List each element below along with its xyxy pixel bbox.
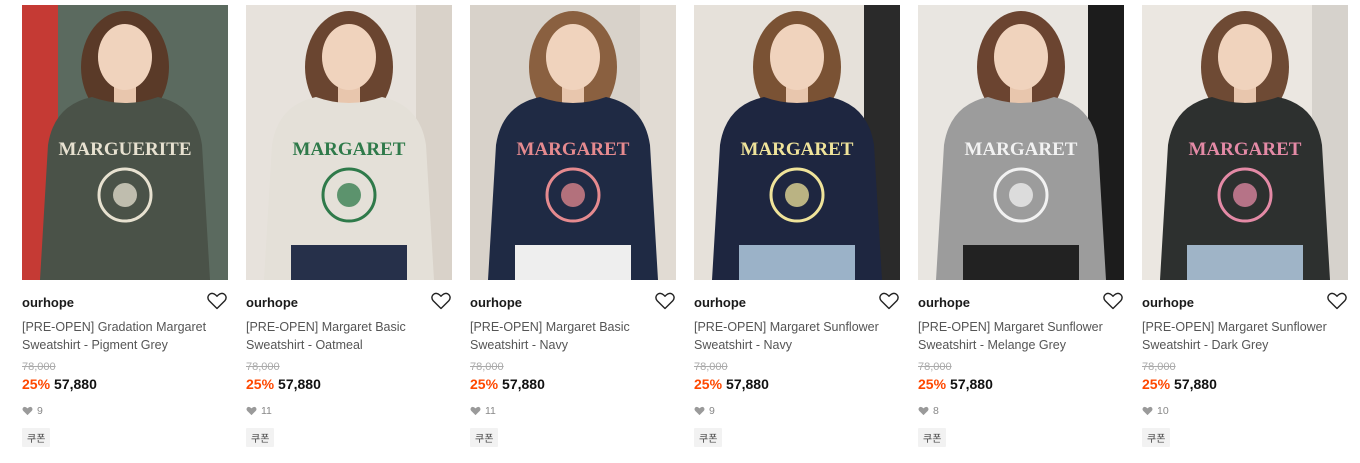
sale-price: 57,880 bbox=[278, 376, 321, 392]
brand-name[interactable]: ourhope bbox=[246, 295, 298, 310]
coupon-badge: 쿠폰 bbox=[470, 428, 499, 447]
original-price: 78,000 bbox=[694, 361, 728, 373]
coupon-badge: 쿠폰 bbox=[22, 428, 51, 447]
product-info: ourhope [PRE-OPEN] Margaret Sunflower Sw… bbox=[1142, 280, 1348, 450]
coupon-badge: 쿠폰 bbox=[918, 428, 947, 447]
product-info: ourhope [PRE-OPEN] Margaret Basic Sweats… bbox=[246, 280, 452, 450]
print-text: MARGARET bbox=[293, 139, 406, 160]
wishlist-heart-icon[interactable] bbox=[431, 292, 451, 310]
heart-filled-icon bbox=[694, 406, 705, 416]
product-image[interactable]: MARGARET bbox=[246, 5, 452, 280]
product-card[interactable]: MARGARET ourhope [PRE-OPEN] Margaret Sun… bbox=[694, 5, 900, 450]
coupon-badge: 쿠폰 bbox=[694, 428, 723, 447]
sale-price: 57,880 bbox=[726, 376, 769, 392]
likes: 9 bbox=[22, 405, 43, 417]
print-text: MARGUERITE bbox=[58, 139, 191, 160]
wishlist-heart-icon[interactable] bbox=[1327, 292, 1347, 310]
coupon-badge: 쿠폰 bbox=[1142, 428, 1171, 447]
print-text: MARGARET bbox=[741, 139, 854, 160]
brand-name[interactable]: ourhope bbox=[694, 295, 746, 310]
likes: 11 bbox=[246, 405, 272, 417]
brand-name[interactable]: ourhope bbox=[470, 295, 522, 310]
wishlist-heart-icon[interactable] bbox=[879, 292, 899, 310]
sale-price: 57,880 bbox=[502, 376, 545, 392]
likes: 8 bbox=[918, 405, 939, 417]
likes-count: 9 bbox=[709, 405, 715, 417]
product-title[interactable]: [PRE-OPEN] Margaret Sunflower Sweatshirt… bbox=[1142, 318, 1348, 354]
print-text: MARGARET bbox=[517, 139, 630, 160]
wishlist-heart-icon[interactable] bbox=[655, 292, 675, 310]
likes-count: 8 bbox=[933, 405, 939, 417]
price-line: 25% 57,880 bbox=[918, 376, 993, 392]
product-title[interactable]: [PRE-OPEN] Margaret Basic Sweatshirt - O… bbox=[246, 318, 452, 354]
product-info: ourhope [PRE-OPEN] Margaret Sunflower Sw… bbox=[918, 280, 1124, 450]
likes: 10 bbox=[1142, 405, 1169, 417]
product-info: ourhope [PRE-OPEN] Gradation Margaret Sw… bbox=[22, 280, 228, 450]
product-card[interactable]: MARGARET ourhope [PRE-OPEN] Margaret Bas… bbox=[246, 5, 452, 450]
likes-count: 10 bbox=[1157, 405, 1169, 417]
heart-filled-icon bbox=[470, 406, 481, 416]
product-card[interactable]: MARGARET ourhope [PRE-OPEN] Margaret Bas… bbox=[470, 5, 676, 450]
price-line: 25% 57,880 bbox=[470, 376, 545, 392]
product-image[interactable]: MARGARET bbox=[1142, 5, 1348, 280]
original-price: 78,000 bbox=[1142, 361, 1176, 373]
likes-count: 11 bbox=[485, 405, 496, 417]
likes-count: 9 bbox=[37, 405, 43, 417]
wishlist-heart-icon[interactable] bbox=[1103, 292, 1123, 310]
price-line: 25% 57,880 bbox=[22, 376, 97, 392]
brand-name[interactable]: ourhope bbox=[918, 295, 970, 310]
print-text: MARGARET bbox=[1189, 139, 1302, 160]
heart-filled-icon bbox=[918, 406, 929, 416]
product-image[interactable]: MARGARET bbox=[694, 5, 900, 280]
sale-price: 57,880 bbox=[54, 376, 97, 392]
price-line: 25% 57,880 bbox=[1142, 376, 1217, 392]
heart-filled-icon bbox=[246, 406, 257, 416]
discount-rate: 25% bbox=[22, 376, 51, 392]
original-price: 78,000 bbox=[246, 361, 280, 373]
product-title[interactable]: [PRE-OPEN] Margaret Basic Sweatshirt - N… bbox=[470, 318, 676, 354]
coupon-badge: 쿠폰 bbox=[246, 428, 275, 447]
brand-name[interactable]: ourhope bbox=[1142, 295, 1194, 310]
product-image[interactable]: MARGUERITE bbox=[22, 5, 228, 280]
sale-price: 57,880 bbox=[1174, 376, 1217, 392]
wishlist-heart-icon[interactable] bbox=[207, 292, 227, 310]
product-info: ourhope [PRE-OPEN] Margaret Basic Sweats… bbox=[470, 280, 676, 450]
product-title[interactable]: [PRE-OPEN] Gradation Margaret Sweatshirt… bbox=[22, 318, 228, 354]
likes-count: 11 bbox=[261, 405, 272, 417]
discount-rate: 25% bbox=[246, 376, 275, 392]
product-title[interactable]: [PRE-OPEN] Margaret Sunflower Sweatshirt… bbox=[694, 318, 900, 354]
product-info: ourhope [PRE-OPEN] Margaret Sunflower Sw… bbox=[694, 280, 900, 450]
print-text: MARGARET bbox=[965, 139, 1078, 160]
discount-rate: 25% bbox=[1142, 376, 1171, 392]
product-title[interactable]: [PRE-OPEN] Margaret Sunflower Sweatshirt… bbox=[918, 318, 1124, 354]
product-image[interactable]: MARGARET bbox=[918, 5, 1124, 280]
discount-rate: 25% bbox=[918, 376, 947, 392]
sale-price: 57,880 bbox=[950, 376, 993, 392]
brand-name[interactable]: ourhope bbox=[22, 295, 74, 310]
heart-filled-icon bbox=[22, 406, 33, 416]
product-card[interactable]: MARGARET ourhope [PRE-OPEN] Margaret Sun… bbox=[1142, 5, 1348, 450]
product-image[interactable]: MARGARET bbox=[470, 5, 676, 280]
original-price: 78,000 bbox=[470, 361, 504, 373]
original-price: 78,000 bbox=[22, 361, 56, 373]
product-grid: MARGUERITE ourhope [PRE-OPEN] Gradation … bbox=[0, 0, 1360, 463]
heart-filled-icon bbox=[1142, 406, 1153, 416]
product-card[interactable]: MARGARET ourhope [PRE-OPEN] Margaret Sun… bbox=[918, 5, 1124, 450]
price-line: 25% 57,880 bbox=[694, 376, 769, 392]
likes: 9 bbox=[694, 405, 715, 417]
discount-rate: 25% bbox=[694, 376, 723, 392]
product-card[interactable]: MARGUERITE ourhope [PRE-OPEN] Gradation … bbox=[22, 5, 228, 450]
price-line: 25% 57,880 bbox=[246, 376, 321, 392]
discount-rate: 25% bbox=[470, 376, 499, 392]
original-price: 78,000 bbox=[918, 361, 952, 373]
likes: 11 bbox=[470, 405, 496, 417]
